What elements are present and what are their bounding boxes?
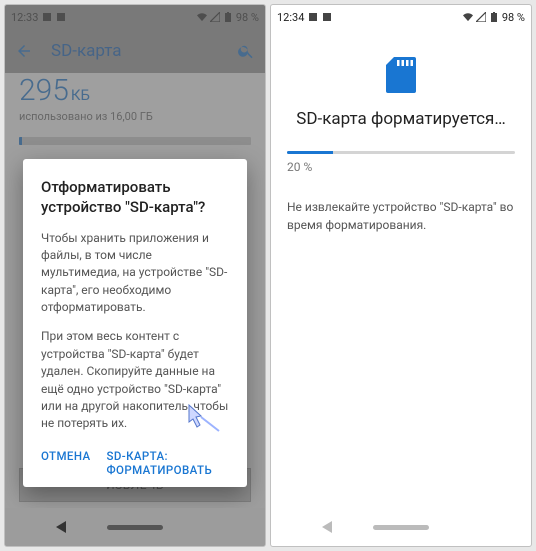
dialog-paragraph-2: При этом весь контент с устройства "SD-к… xyxy=(41,328,229,432)
progress-fill xyxy=(287,151,333,154)
status-battery-pct: 98 % xyxy=(502,11,525,24)
status-app-icon-2 xyxy=(322,12,332,22)
warning-text: Не извлекайте устройство "SD-карта" во в… xyxy=(287,198,515,234)
progress-label: 20 % xyxy=(287,160,515,174)
formatting-title: SD-карта форматируется… xyxy=(287,109,515,129)
nav-back-icon[interactable] xyxy=(322,521,332,533)
cancel-button[interactable]: ОТМЕНА xyxy=(41,449,91,477)
format-button[interactable]: SD-КАРТА: ФОРМАТИРОВАТЬ xyxy=(107,449,230,477)
phone-left: 12:33 98 % SD-карта 295КБ использовано и… xyxy=(4,4,266,547)
status-bar: 12:34 98 % xyxy=(271,5,531,29)
nav-back-icon[interactable] xyxy=(56,521,66,533)
nav-home-pill[interactable] xyxy=(373,525,429,530)
nav-bar xyxy=(271,508,531,546)
dialog-actions: ОТМЕНА SD-КАРТА: ФОРМАТИРОВАТЬ xyxy=(41,445,229,477)
progress-bar xyxy=(287,151,515,154)
wifi-icon xyxy=(463,12,473,22)
sd-card-icon xyxy=(386,57,416,93)
dialog-paragraph-1: Чтобы хранить приложения и файлы, в том … xyxy=(41,230,229,317)
phone-right: 12:34 98 % SD-карта форматируется… 20 % … xyxy=(270,4,532,547)
nav-home-pill[interactable] xyxy=(107,525,163,530)
format-dialog: Отформатировать устройство "SD-карта"? Ч… xyxy=(23,159,247,487)
signal-icon xyxy=(476,12,486,22)
status-time: 12:34 xyxy=(277,11,304,24)
status-app-icon xyxy=(308,12,318,22)
formatting-screen: SD-карта форматируется… 20 % Не извлекай… xyxy=(271,29,531,234)
dialog-title: Отформатировать устройство "SD-карта"? xyxy=(41,177,229,218)
nav-bar xyxy=(5,508,265,546)
battery-icon xyxy=(489,12,499,22)
